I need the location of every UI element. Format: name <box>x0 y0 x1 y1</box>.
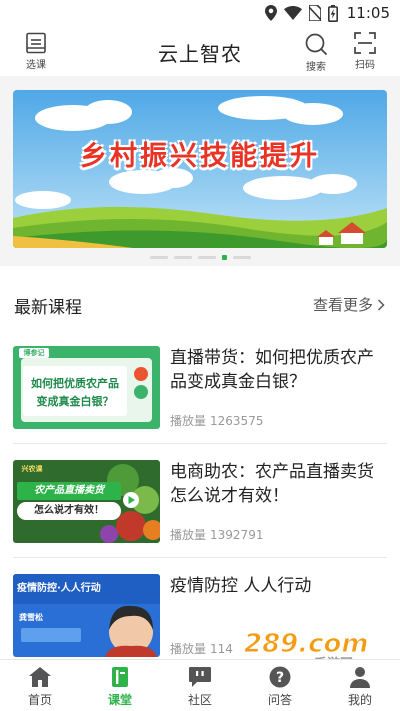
course-plays: 播放量 114 <box>170 640 233 657</box>
banner-carousel[interactable]: 乡村振兴技能提升 <box>13 90 387 248</box>
person-icon <box>350 667 370 688</box>
scan-label: 扫码 <box>355 60 375 71</box>
nav-label: 我的 <box>347 693 372 707</box>
carousel-dot[interactable] <box>173 256 192 259</box>
chevron-right-icon <box>377 298 385 311</box>
nav-label: 课堂 <box>107 693 132 707</box>
course-thumbnail[interactable]: 疫情防控·人人行动 龚雪松 <box>13 574 160 657</box>
view-more-link[interactable]: 查看更多 <box>313 294 385 315</box>
carousel-indicator <box>0 255 400 260</box>
search-label: 搜索 <box>306 62 326 73</box>
bottom-nav: 首页 课堂 社区 ? 问答 我的 <box>0 659 400 711</box>
nav-qa[interactable]: ? 问答 <box>240 660 320 711</box>
classroom-icon <box>112 667 128 687</box>
thumb-tag: 博参记 <box>23 349 45 357</box>
banner-title: 乡村振兴技能提升 <box>80 141 320 172</box>
plays-label: 播放量 <box>170 528 207 542</box>
plays-count: 114 <box>210 642 233 656</box>
course-title[interactable]: 电商助农：农产品直播卖货怎么说才有效！ <box>170 460 388 508</box>
thumb-text-line2: 变成真金白银？ <box>36 395 114 408</box>
thumb-tag: 兴农课 <box>21 465 43 473</box>
section-title: 最新课程 <box>14 298 82 318</box>
latest-courses-header: 最新课程 查看更多 <box>0 282 400 326</box>
search-icon <box>305 33 328 56</box>
location-icon <box>264 5 277 21</box>
no-sim-icon <box>308 5 321 21</box>
plays-label: 播放量 <box>170 414 207 428</box>
course-thumbnail[interactable]: 博参记 如何把优质农产品 变成真金白银？ <box>13 346 160 429</box>
course-item[interactable]: 博参记 如何把优质农产品 变成真金白银？ 直播带货：如何把优质农产品变成真金白银… <box>0 330 400 444</box>
page-title: 云上智农 <box>158 42 242 66</box>
thumb-text-line2: 怎么说才有效！ <box>34 505 104 516</box>
status-time: 11:05 <box>346 4 390 22</box>
banner-area: 乡村振兴技能提升 <box>0 76 400 266</box>
course-item[interactable]: 兴农课 农产品直播卖货 怎么说才有效！ 电商助农：农产品直播卖货怎么说才有效！ … <box>0 444 400 558</box>
app-header: 选课 云上智农 搜索 扫码 <box>0 28 400 74</box>
battery-charging-icon <box>327 4 338 22</box>
nav-label: 社区 <box>187 693 212 707</box>
course-plays: 播放量 1263575 <box>170 412 263 429</box>
watermark-text: 289.com <box>244 629 369 659</box>
thumb-text-line2: 龚雪松 <box>19 613 43 622</box>
scan-icon <box>354 32 376 54</box>
chat-bubble-icon <box>189 667 211 687</box>
nav-mine[interactable]: 我的 <box>320 660 400 711</box>
nav-classroom[interactable]: 课堂 <box>80 660 160 711</box>
plays-count: 1392791 <box>210 528 264 542</box>
carousel-dot[interactable] <box>232 256 251 259</box>
course-title[interactable]: 疫情防控 人人行动 <box>170 574 388 598</box>
scan-button[interactable]: 扫码 <box>345 32 385 71</box>
view-more-label: 查看更多 <box>312 296 373 314</box>
svg-text:?: ? <box>276 670 284 686</box>
wifi-icon <box>283 6 302 20</box>
thumb-text-line1: 农产品直播卖货 <box>34 485 104 496</box>
carousel-dot-active[interactable] <box>221 255 227 260</box>
nav-home[interactable]: 首页 <box>0 660 80 711</box>
plays-label: 播放量 <box>170 642 207 656</box>
thumb-text-line1: 疫情防控·人人行动 <box>17 583 101 594</box>
carousel-dot[interactable] <box>197 256 216 259</box>
question-icon: ? <box>269 666 291 688</box>
plays-count: 1263575 <box>210 414 264 428</box>
search-button[interactable]: 搜索 <box>296 32 336 73</box>
home-icon <box>29 667 51 687</box>
status-bar: 11:05 <box>0 0 400 28</box>
course-thumbnail[interactable]: 兴农课 农产品直播卖货 怎么说才有效！ <box>13 460 160 543</box>
nav-community[interactable]: 社区 <box>160 660 240 711</box>
carousel-dot[interactable] <box>149 256 168 259</box>
status-icons: 11:05 <box>264 4 390 22</box>
course-plays: 播放量 1392791 <box>170 526 263 543</box>
nav-label: 首页 <box>27 693 52 707</box>
thumb-text-line1: 如何把优质农产品 <box>31 377 119 390</box>
course-title[interactable]: 直播带货：如何把优质农产品变成真金白银？ <box>170 346 388 394</box>
nav-label: 问答 <box>267 693 292 707</box>
